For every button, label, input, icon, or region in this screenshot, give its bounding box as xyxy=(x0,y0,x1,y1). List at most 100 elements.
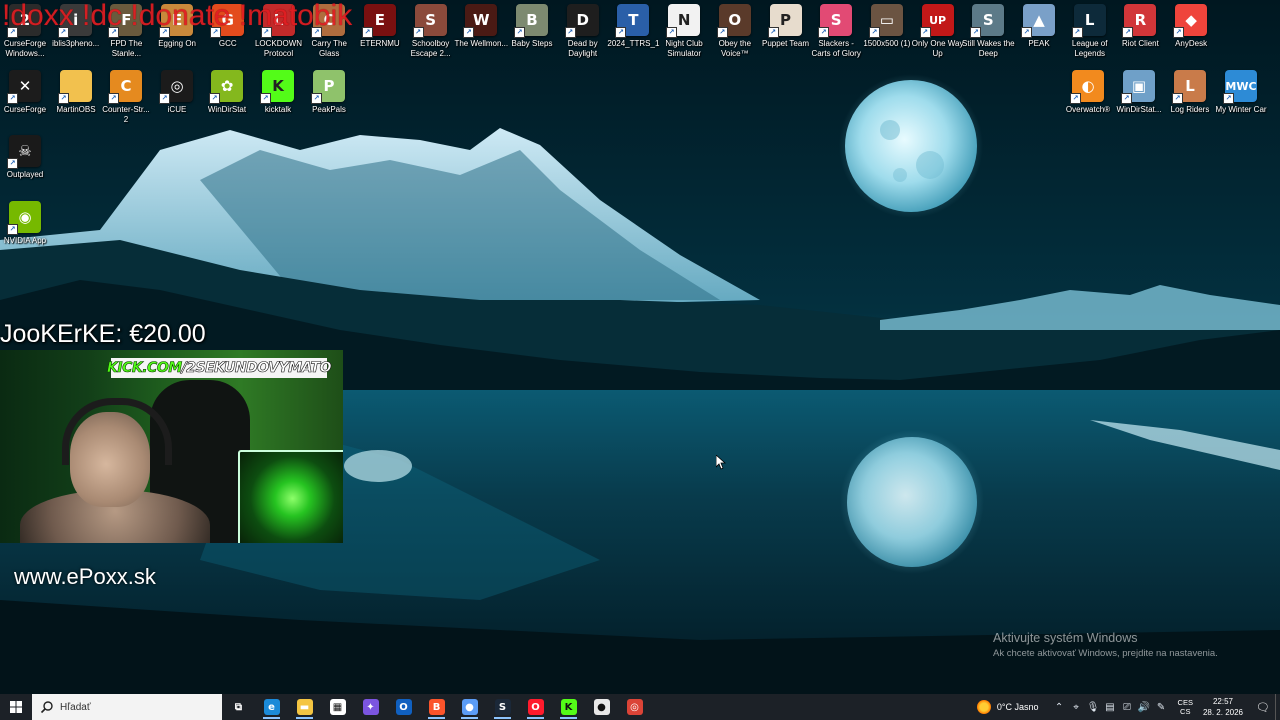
eternmu-icon: E ↗ xyxy=(361,4,396,38)
desktop-icon[interactable]: ◐ ↗ Overwatch® xyxy=(1063,70,1113,115)
schoolboy-icon: S ↗ xyxy=(412,4,447,38)
keyboard-code: CS xyxy=(1180,707,1191,716)
shortcut-arrow-icon: ↗ xyxy=(666,27,678,38)
desktop-icon[interactable]: ✕ ↗ CurseForge xyxy=(0,70,50,115)
desktop-icon-label: Overwatch® xyxy=(1065,105,1111,114)
desktop-icon[interactable]: ▲ ↗ PEAK xyxy=(1014,4,1064,49)
desktop-icon-label: Egging On xyxy=(158,39,196,48)
icon-glyph: O xyxy=(728,11,742,29)
desktop-icon[interactable]: ◎ ↗ iCUE xyxy=(152,70,202,115)
ttrs-icon: T ↗ xyxy=(615,4,650,38)
desktop-icon[interactable]: W ↗ The Wellmon... xyxy=(454,4,508,49)
desktop-icon[interactable]: R ↗ Riot Client xyxy=(1115,4,1165,49)
kick-icon: K xyxy=(560,699,577,715)
desktop-icon[interactable]: N ↗ Night Club Simulator xyxy=(659,4,709,59)
icon-glyph: ▣ xyxy=(1131,77,1147,95)
start-button[interactable] xyxy=(0,694,32,720)
desktop-icon-label: Still Wakes the Deep xyxy=(961,39,1015,58)
store-icon: ▦ xyxy=(329,699,346,715)
taskbar-app-button[interactable]: O xyxy=(387,694,420,720)
kick-badge-prefix: KICK.COM xyxy=(107,360,183,377)
shortcut-arrow-icon: ↗ xyxy=(7,93,18,104)
curseforge-app-icon: ✕ ↗ xyxy=(7,70,41,104)
desktop-icon-label: League of Legends xyxy=(1071,39,1108,58)
desktop-icon[interactable]: T ↗ 2024_TTRS_1 xyxy=(607,4,659,49)
search-placeholder: Hľadať xyxy=(60,701,91,713)
desktop-icon[interactable]: O ↗ Obey the Voice™ xyxy=(710,4,760,59)
weather-text: 0°C Jasno xyxy=(996,702,1039,712)
show-desktop-button[interactable] xyxy=(1275,694,1280,720)
taskbar-app-button[interactable]: ▦ xyxy=(321,694,354,720)
shortcut-arrow-icon: ↗ xyxy=(108,93,119,104)
shortcut-arrow-icon: ↗ xyxy=(7,158,18,169)
notification-center-icon[interactable]: 🗨 xyxy=(1251,701,1275,714)
desktop-icon-label: AnyDesk xyxy=(1175,39,1208,48)
desktop-icon[interactable]: ▭ ↗ 1500x500 (1) xyxy=(862,4,912,49)
display-icon[interactable]: ⎚ xyxy=(1119,702,1136,713)
desktop-icon-label: Counter-Str... 2 xyxy=(102,105,150,124)
pen-icon[interactable]: ✎ xyxy=(1153,702,1170,713)
desktop-icon[interactable]: L ↗ Log Riders xyxy=(1165,70,1215,115)
desktop-icon[interactable]: MWC ↗ My Winter Car xyxy=(1215,70,1267,115)
desktop-icon-label: Obey the Voice™ xyxy=(718,39,752,58)
desktop-icon[interactable]: E ↗ ETERNMU xyxy=(355,4,405,49)
desktop-icon[interactable]: ◉ ↗ NVIDIA App xyxy=(0,201,50,246)
task-view-icon: ⧉ xyxy=(234,701,243,713)
desktop-icon[interactable]: UP ↗ Only One Way Up xyxy=(912,4,963,59)
shortcut-arrow-icon: ↗ xyxy=(615,27,627,38)
volume-icon[interactable]: 🔊 xyxy=(1136,702,1153,713)
puppet-team-icon: P ↗ xyxy=(767,4,802,38)
desktop-icon-label: Night Club Simulator xyxy=(665,39,703,58)
network-icon[interactable]: ▤ xyxy=(1102,702,1119,713)
desktop-icon-label: iCUE xyxy=(167,105,187,114)
desktop-icon[interactable]: C ↗ Counter-Str... 2 xyxy=(101,70,151,125)
obey-voice-icon: O ↗ xyxy=(716,4,751,38)
taskbar-app-button[interactable]: ⧉ xyxy=(222,694,255,720)
taskbar-app-button[interactable]: e xyxy=(255,694,288,720)
taskbar-app-button[interactable]: S xyxy=(486,694,519,720)
shortcut-arrow-icon: ↗ xyxy=(970,27,982,38)
shortcut-arrow-icon: ↗ xyxy=(7,224,18,235)
desktop-icon[interactable]: ✿ ↗ WinDirStat xyxy=(202,70,252,115)
desktop-icon[interactable]: ◆ ↗ AnyDesk xyxy=(1166,4,1216,49)
desktop-icon[interactable]: S ↗ Still Wakes the Deep xyxy=(961,4,1015,59)
desktop-icon-label: Schoolboy Escape 2... xyxy=(410,39,451,58)
edge-icon: e xyxy=(263,699,280,715)
icon-glyph: ✿ xyxy=(220,77,234,95)
taskbar-app-button[interactable]: K xyxy=(552,694,585,720)
desktop-icon[interactable]: D ↗ Dead by Daylight xyxy=(558,4,608,59)
language-indicator[interactable]: CES CS xyxy=(1178,698,1193,716)
desktop-icon[interactable]: S ↗ Schoolboy Escape 2... xyxy=(406,4,456,59)
weather-widget[interactable]: 0°C Jasno xyxy=(976,700,1039,714)
desktop-icon[interactable]: P ↗ Puppet Team xyxy=(761,4,811,49)
taskbar-app-button[interactable]: ● xyxy=(585,694,618,720)
donation-alert: JooKErKE: €20.00 xyxy=(0,320,206,348)
icon-glyph: P xyxy=(780,11,791,29)
kicktalk-icon: K ↗ xyxy=(260,70,294,104)
desktop-icon[interactable]: L ↗ League of Legends xyxy=(1065,4,1115,59)
icon-glyph: ◐ xyxy=(1081,77,1095,95)
taskbar-app-button[interactable]: ● xyxy=(453,694,486,720)
desktop-icon[interactable]: P ↗ PeakPals xyxy=(304,70,354,115)
chevron-up-icon[interactable]: ⌃ xyxy=(1051,702,1068,713)
taskbar-clock[interactable]: 22:57 28. 2. 2026 xyxy=(1203,696,1243,718)
taskbar-search-box[interactable]: Hľadať xyxy=(32,694,222,720)
desktop-icon[interactable]: S ↗ Slackers - Carts of Glory xyxy=(811,4,861,59)
desktop-icon[interactable]: ▣ ↗ WinDirStat... xyxy=(1114,70,1164,115)
desktop-icon[interactable]: B ↗ Baby Steps xyxy=(507,4,557,49)
taskbar-app-button[interactable]: ✦ xyxy=(354,694,387,720)
search-icon xyxy=(40,701,53,714)
desktop-icon[interactable]: ↗ MartinOBS xyxy=(51,70,101,115)
taskbar-app-button[interactable]: ◎ xyxy=(618,694,651,720)
location-icon[interactable]: ⌖ xyxy=(1068,702,1085,713)
kick-badge-suffix: /2SEKUNDOVYMATO xyxy=(181,360,331,377)
microphone-icon[interactable]: 🎙 xyxy=(1085,702,1102,713)
taskbar-app-button[interactable]: O xyxy=(519,694,552,720)
desktop-icon[interactable]: K ↗ kicktalk xyxy=(253,70,303,115)
icon-glyph: L xyxy=(1185,77,1195,95)
desktop-icon-label: Dead by Daylight xyxy=(567,39,598,58)
desktop-icon[interactable]: ☠ ↗ Outplayed xyxy=(0,135,50,180)
taskbar-app-button[interactable]: ▬ xyxy=(288,694,321,720)
icue-icon: ◎ ↗ xyxy=(159,70,193,104)
taskbar-app-button[interactable]: B xyxy=(420,694,453,720)
